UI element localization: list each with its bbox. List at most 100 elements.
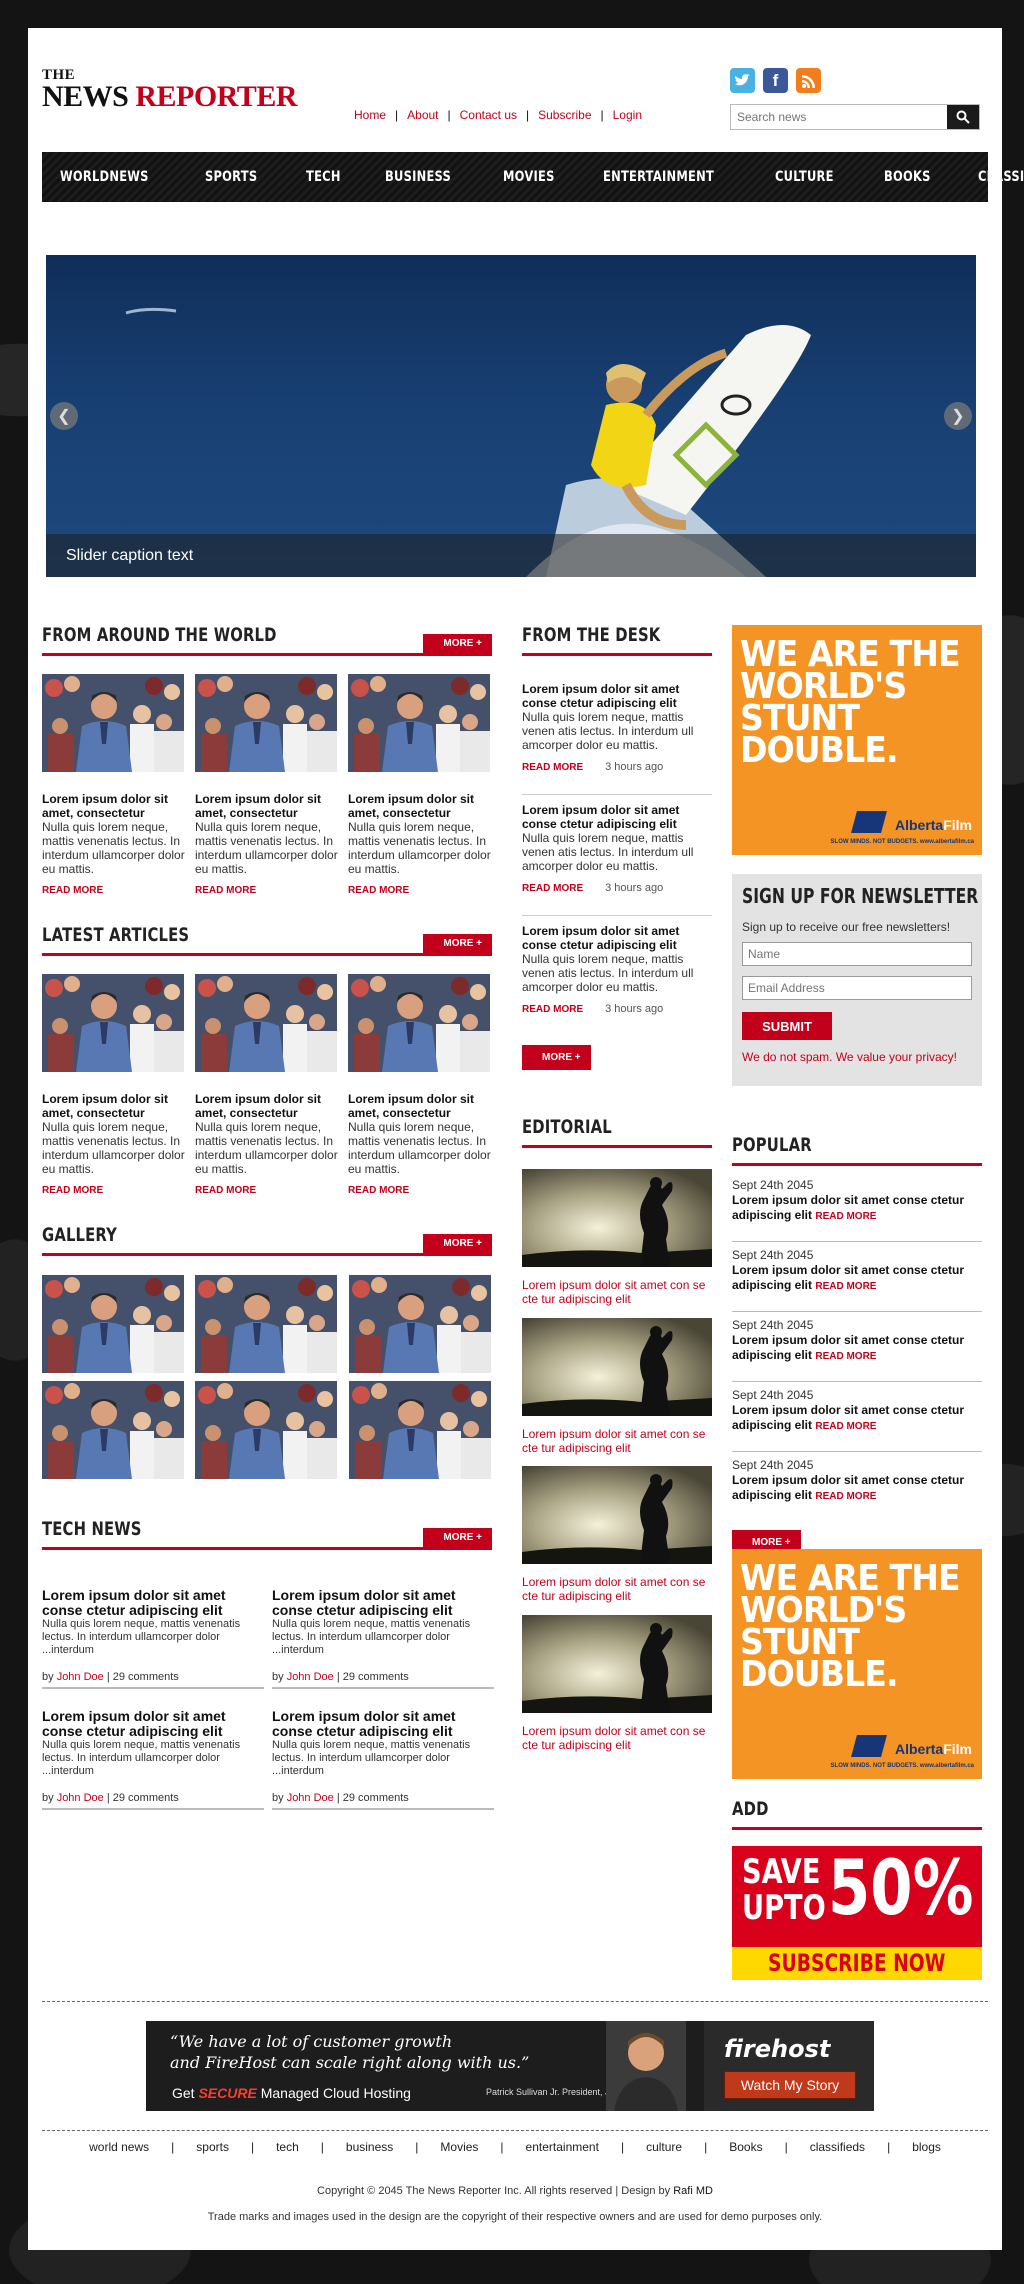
nav-classifieds[interactable]: CLASSIFIEDS	[978, 169, 1024, 185]
stunt-ad-1[interactable]: WE ARE THE WORLD'S STUNT DOUBLE. AlbertaFil…	[732, 625, 982, 855]
gallery-thumb-4[interactable]	[42, 1381, 184, 1479]
nav-movies[interactable]: MOVIES	[503, 169, 555, 185]
read-more-link[interactable]: READ MORE	[815, 1351, 876, 1362]
read-more-link[interactable]: READ MORE	[522, 1004, 583, 1015]
hero-slider[interactable]: ❮ ❯ Slider caption text	[46, 255, 976, 577]
comments-count[interactable]: | 29 comments	[337, 1671, 409, 1683]
editorial-caption-3[interactable]: Lorem ipsum dolor sit amet con se cte tu…	[522, 1575, 712, 1603]
newsletter-name-input[interactable]	[742, 942, 972, 966]
read-more-link[interactable]: READ MORE	[348, 1184, 493, 1198]
world-thumb-2[interactable]	[195, 674, 337, 772]
nav-tech[interactable]: TECH	[306, 169, 341, 185]
editorial-caption-1[interactable]: Lorem ipsum dolor sit amet con se cte tu…	[522, 1278, 712, 1306]
read-more-link[interactable]: READ MORE	[815, 1281, 876, 1292]
comments-count[interactable]: | 29 comments	[107, 1792, 179, 1804]
editorial-image-1[interactable]	[522, 1169, 712, 1267]
footer-link-worldnews[interactable]: world news	[89, 2140, 149, 2154]
desk-headline[interactable]: Lorem ipsum dolor sit amet conse ctetur …	[522, 682, 712, 710]
tech-headline[interactable]: Lorem ipsum dolor sit amet conse ctetur …	[272, 1588, 494, 1618]
tech-headline[interactable]: Lorem ipsum dolor sit amet conse ctetur …	[42, 1709, 264, 1739]
article-headline[interactable]: Lorem ipsum dolor sit amet, consectetur	[195, 792, 340, 820]
article-headline[interactable]: Lorem ipsum dolor sit amet, consectetur	[348, 1092, 493, 1120]
gallery-thumb-5[interactable]	[195, 1381, 337, 1479]
more-button[interactable]: MORE +	[423, 934, 492, 953]
editorial-caption-2[interactable]: Lorem ipsum dolor sit amet con se cte tu…	[522, 1427, 712, 1455]
article-headline[interactable]: Lorem ipsum dolor sit amet, consectetur	[348, 792, 493, 820]
footer-link-classifieds[interactable]: classifieds	[810, 2140, 865, 2154]
slider-prev-arrow[interactable]: ❮	[50, 402, 78, 430]
tech-headline[interactable]: Lorem ipsum dolor sit amet conse ctetur …	[272, 1709, 494, 1739]
read-more-link[interactable]: READ MORE	[42, 884, 187, 898]
more-button[interactable]: MORE +	[423, 1528, 492, 1547]
site-logo[interactable]: THE NEWS REPORTER	[42, 68, 297, 112]
firehost-banner-ad[interactable]: “We have a lot of customer growth and Fir…	[146, 2021, 874, 2111]
editorial-caption-4[interactable]: Lorem ipsum dolor sit amet con se cte tu…	[522, 1724, 712, 1752]
world-thumb-1[interactable]	[42, 674, 184, 772]
read-more-link[interactable]: READ MORE	[42, 1184, 187, 1198]
author-link[interactable]: John Doe	[287, 1792, 334, 1804]
desk-headline[interactable]: Lorem ipsum dolor sit amet conse ctetur …	[522, 803, 712, 831]
link-home[interactable]: Home	[354, 108, 386, 122]
read-more-link[interactable]: READ MORE	[815, 1491, 876, 1502]
footer-link-books[interactable]: Books	[729, 2140, 762, 2154]
tech-headline[interactable]: Lorem ipsum dolor sit amet conse ctetur …	[42, 1588, 264, 1618]
footer-link-blogs[interactable]: blogs	[912, 2140, 941, 2154]
editorial-image-3[interactable]	[522, 1466, 712, 1564]
footer-link-movies[interactable]: Movies	[440, 2140, 478, 2154]
read-more-link[interactable]: READ MORE	[195, 1184, 340, 1198]
editorial-image-4[interactable]	[522, 1615, 712, 1713]
footer-link-tech[interactable]: tech	[276, 2140, 299, 2154]
author-link[interactable]: John Doe	[287, 1671, 334, 1683]
nav-worldnews[interactable]: WORLDNEWS	[60, 169, 149, 185]
newsletter-email-input[interactable]	[742, 976, 972, 1000]
latest-thumb-3[interactable]	[348, 974, 490, 1072]
latest-thumb-1[interactable]	[42, 974, 184, 1072]
article-headline[interactable]: Lorem ipsum dolor sit amet, consectetur	[195, 1092, 340, 1120]
gallery-thumb-6[interactable]	[349, 1381, 491, 1479]
gallery-thumb-2[interactable]	[195, 1275, 337, 1373]
read-more-link[interactable]: READ MORE	[348, 884, 493, 898]
gallery-thumb-3[interactable]	[349, 1275, 491, 1373]
link-login[interactable]: Login	[613, 108, 642, 122]
footer-link-sports[interactable]: sports	[196, 2140, 229, 2154]
nav-entertainment[interactable]: ENTERTAINMENT	[603, 169, 714, 185]
facebook-icon[interactable]: f	[763, 68, 788, 93]
newsletter-submit-button[interactable]: SUBMIT	[742, 1012, 832, 1040]
read-more-link[interactable]: READ MORE	[815, 1211, 876, 1222]
watch-story-button[interactable]: Watch My Story	[724, 2071, 856, 2099]
read-more-link[interactable]: READ MORE	[815, 1421, 876, 1432]
search-input[interactable]	[731, 105, 947, 129]
stunt-ad-2[interactable]: WE ARE THE WORLD'S STUNT DOUBLE. AlbertaFil…	[732, 1549, 982, 1779]
footer-link-business[interactable]: business	[346, 2140, 393, 2154]
article-headline[interactable]: Lorem ipsum dolor sit amet, consectetur	[42, 792, 187, 820]
link-contact[interactable]: Contact us	[460, 108, 517, 122]
read-more-link[interactable]: READ MORE	[522, 762, 583, 773]
sale-ad[interactable]: SAVE UPTO 50% SUBSCRIBE NOW	[732, 1846, 982, 1980]
footer-link-entertainment[interactable]: entertainment	[526, 2140, 599, 2154]
footer-link-culture[interactable]: culture	[646, 2140, 682, 2154]
read-more-link[interactable]: READ MORE	[522, 883, 583, 894]
twitter-icon[interactable]	[730, 68, 755, 93]
article-headline[interactable]: Lorem ipsum dolor sit amet, consectetur	[42, 1092, 187, 1120]
slider-next-arrow[interactable]: ❯	[944, 402, 972, 430]
world-thumb-3[interactable]	[348, 674, 490, 772]
rss-icon[interactable]	[796, 68, 821, 93]
more-button[interactable]: MORE +	[423, 634, 492, 653]
search-button[interactable]	[947, 105, 979, 129]
author-link[interactable]: John Doe	[57, 1792, 104, 1804]
latest-thumb-2[interactable]	[195, 974, 337, 1072]
comments-count[interactable]: | 29 comments	[107, 1671, 179, 1683]
desk-more-button[interactable]: MORE +	[522, 1045, 591, 1070]
gallery-thumb-1[interactable]	[42, 1275, 184, 1373]
link-subscribe[interactable]: Subscribe	[538, 108, 591, 122]
designer-link[interactable]: Rafi MD	[673, 2185, 713, 2197]
read-more-link[interactable]: READ MORE	[195, 884, 340, 898]
author-link[interactable]: John Doe	[57, 1671, 104, 1683]
editorial-image-2[interactable]	[522, 1318, 712, 1416]
comments-count[interactable]: | 29 comments	[337, 1792, 409, 1804]
nav-culture[interactable]: CULTURE	[775, 169, 834, 185]
nav-books[interactable]: BOOKS	[884, 169, 931, 185]
link-about[interactable]: About	[407, 108, 438, 122]
nav-business[interactable]: BUSINESS	[385, 169, 451, 185]
nav-sports[interactable]: SPORTS	[205, 169, 257, 185]
